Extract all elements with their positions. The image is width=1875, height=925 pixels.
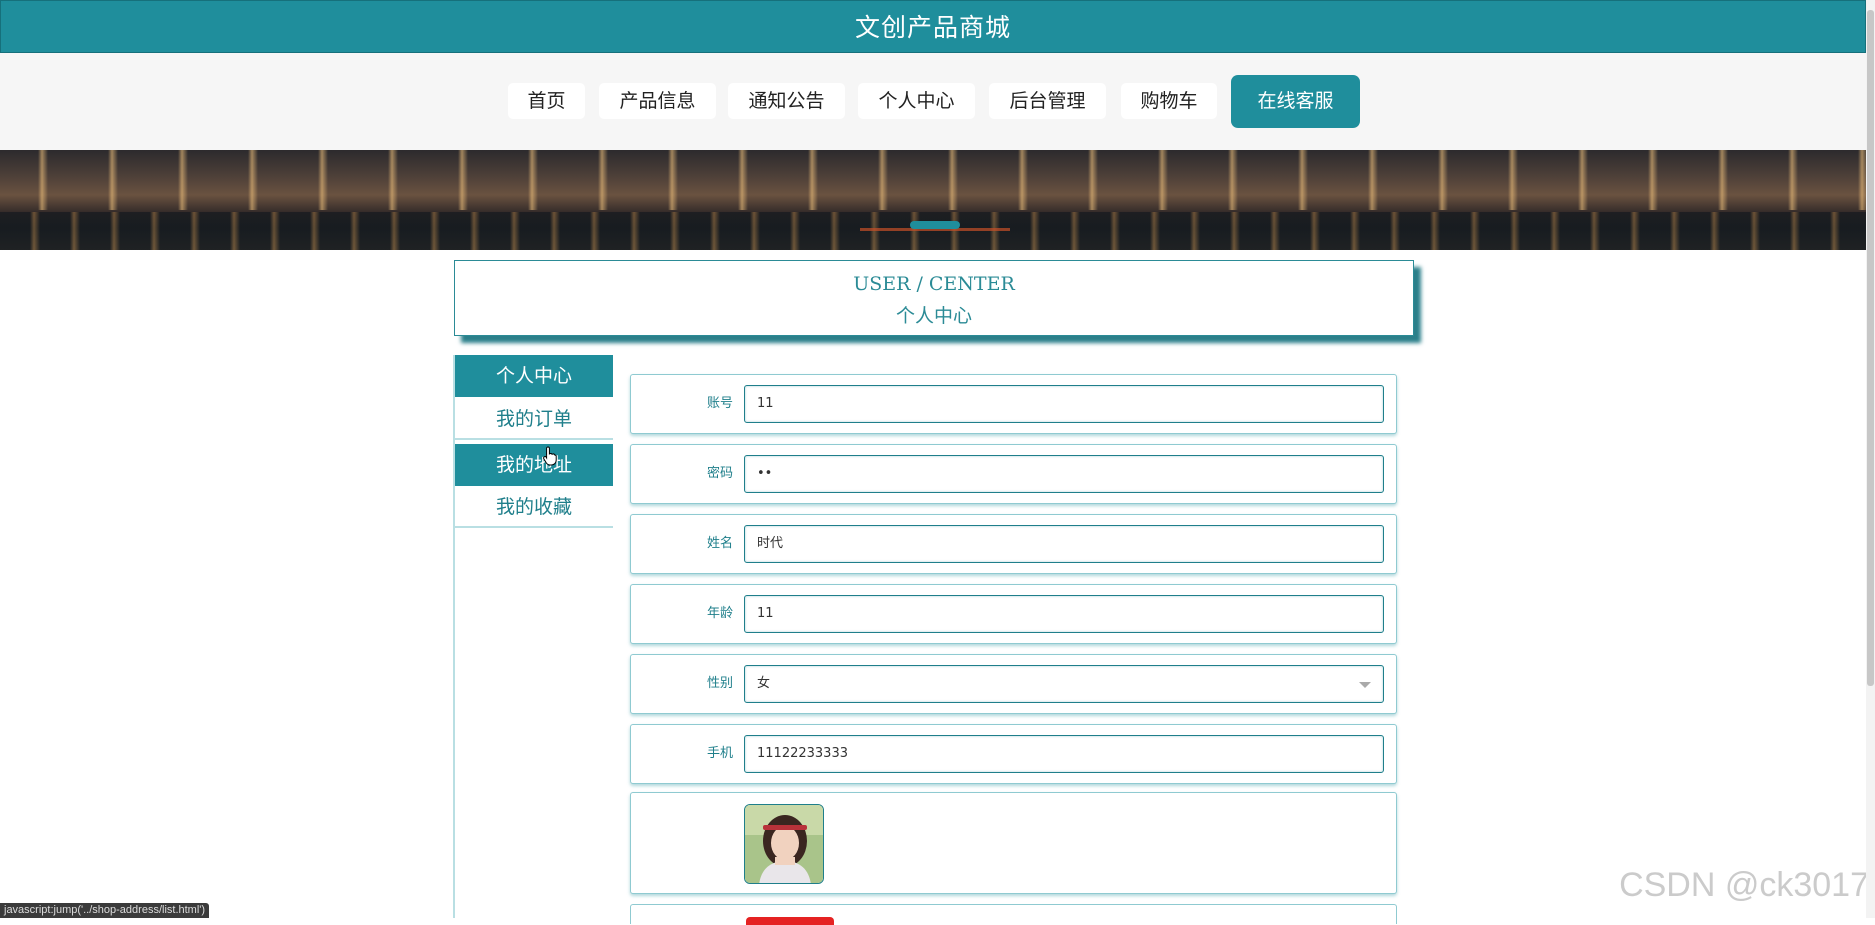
nav-notices[interactable]: 通知公告 — [728, 83, 845, 119]
heading-cn: 个人中心 — [895, 305, 972, 327]
banner-image-lights — [0, 150, 1866, 210]
user-center-heading: USER / CENTER 个人中心 — [454, 260, 1414, 336]
name-input[interactable]: 时代 — [744, 525, 1384, 563]
form-row-phone: 手机 11122233333 — [630, 724, 1397, 784]
banner-carousel — [0, 150, 1866, 250]
watermark: CSDN @ck3017 — [1619, 866, 1869, 904]
sidebar-item-orders[interactable]: 我的订单 — [455, 398, 613, 440]
form-row-account: 账号 11 — [630, 374, 1397, 434]
chevron-down-icon — [1359, 682, 1371, 688]
phone-input[interactable]: 11122233333 — [744, 735, 1384, 773]
browser-status-url: javascript:jump('../shop-address/list.ht… — [0, 903, 210, 918]
upload-button-partial[interactable] — [746, 917, 834, 925]
nav-admin[interactable]: 后台管理 — [989, 83, 1106, 119]
user-sidebar: 个人中心 我的订单 我的地址 我的收藏 — [453, 355, 613, 918]
site-title: 文创产品商城 — [854, 13, 1011, 42]
nav-cart[interactable]: 购物车 — [1121, 83, 1217, 119]
gender-selected-value: 女 — [757, 676, 771, 691]
form-row-name: 姓名 时代 — [630, 514, 1397, 574]
scrollbar-thumb[interactable] — [1867, 10, 1874, 686]
avatar[interactable] — [744, 804, 824, 884]
gender-select[interactable]: 女 — [744, 665, 1384, 703]
sidebar-item-user-center[interactable]: 个人中心 — [455, 355, 613, 397]
gender-label: 性别 — [706, 676, 733, 691]
avatar-photo — [745, 805, 823, 883]
main-nav: 首页 产品信息 通知公告 个人中心 后台管理 购物车 在线客服 — [0, 53, 1866, 150]
hand-cursor-icon — [543, 446, 557, 466]
password-label: 密码 — [706, 466, 733, 481]
password-input[interactable]: •• — [744, 455, 1384, 493]
carousel-indicator[interactable] — [910, 221, 960, 229]
phone-label: 手机 — [706, 746, 733, 761]
nav-home[interactable]: 首页 — [508, 83, 585, 119]
online-service-button[interactable]: 在线客服 — [1231, 75, 1360, 128]
form-row-avatar — [630, 792, 1397, 894]
nav-products[interactable]: 产品信息 — [599, 83, 716, 119]
heading-en: USER / CENTER — [853, 273, 1015, 295]
page-scrollbar[interactable] — [1866, 0, 1875, 918]
account-input[interactable]: 11 — [744, 385, 1384, 423]
form-row-next — [630, 904, 1397, 925]
sidebar-item-favorites[interactable]: 我的收藏 — [455, 486, 613, 528]
name-label: 姓名 — [706, 536, 733, 551]
nav-user-center[interactable]: 个人中心 — [858, 83, 975, 119]
form-row-age: 年龄 11 — [630, 584, 1397, 644]
sidebar-item-address[interactable]: 我的地址 — [455, 444, 613, 486]
form-row-password: 密码 •• — [630, 444, 1397, 504]
account-label: 账号 — [706, 396, 733, 411]
age-label: 年龄 — [706, 606, 733, 621]
age-input[interactable]: 11 — [744, 595, 1384, 633]
banner-image-water — [0, 212, 1866, 250]
site-title-bar: 文创产品商城 — [0, 0, 1866, 53]
form-row-gender: 性别 女 — [630, 654, 1397, 714]
